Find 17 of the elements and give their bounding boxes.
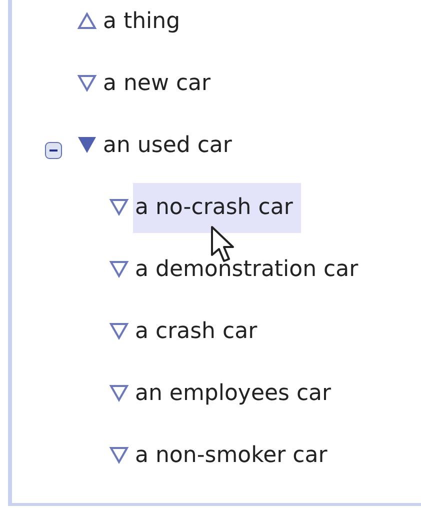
- tree-item[interactable]: a crash car: [133, 307, 260, 357]
- collapse-icon[interactable]: [45, 142, 62, 159]
- tree-item[interactable]: a thing: [101, 0, 182, 47]
- tree-item[interactable]: a no-crash car: [133, 183, 301, 233]
- tree-item[interactable]: a new car: [101, 59, 213, 109]
- tree-item[interactable]: a non-smoker car: [133, 431, 330, 481]
- tree-item[interactable]: a demonstration car: [133, 245, 360, 295]
- triangle-down-icon: [109, 322, 129, 340]
- triangle-down-icon: [77, 136, 97, 154]
- tree-item[interactable]: an used car: [101, 121, 234, 171]
- triangle-down-icon: [109, 384, 129, 402]
- triangle-up-icon: [77, 12, 97, 30]
- triangle-down-icon: [109, 446, 129, 464]
- tree-item[interactable]: an employees car: [133, 369, 334, 419]
- triangle-down-icon: [109, 198, 129, 216]
- triangle-down-icon: [77, 74, 97, 92]
- triangle-down-icon: [109, 260, 129, 278]
